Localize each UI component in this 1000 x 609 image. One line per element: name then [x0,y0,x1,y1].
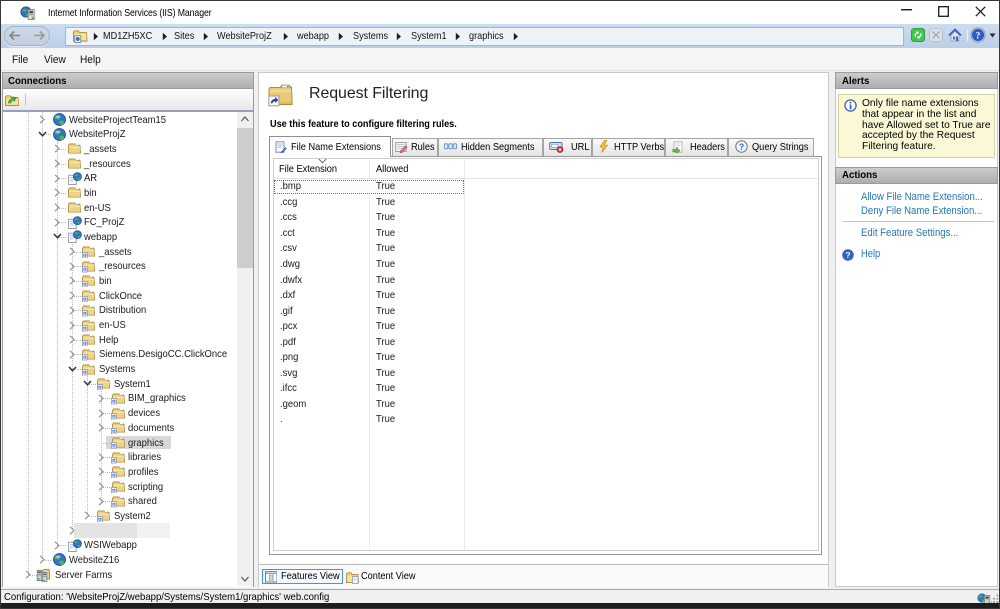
svg-text:?: ? [845,250,850,260]
svg-text:?: ? [738,142,744,152]
svg-text:?: ? [976,31,981,41]
